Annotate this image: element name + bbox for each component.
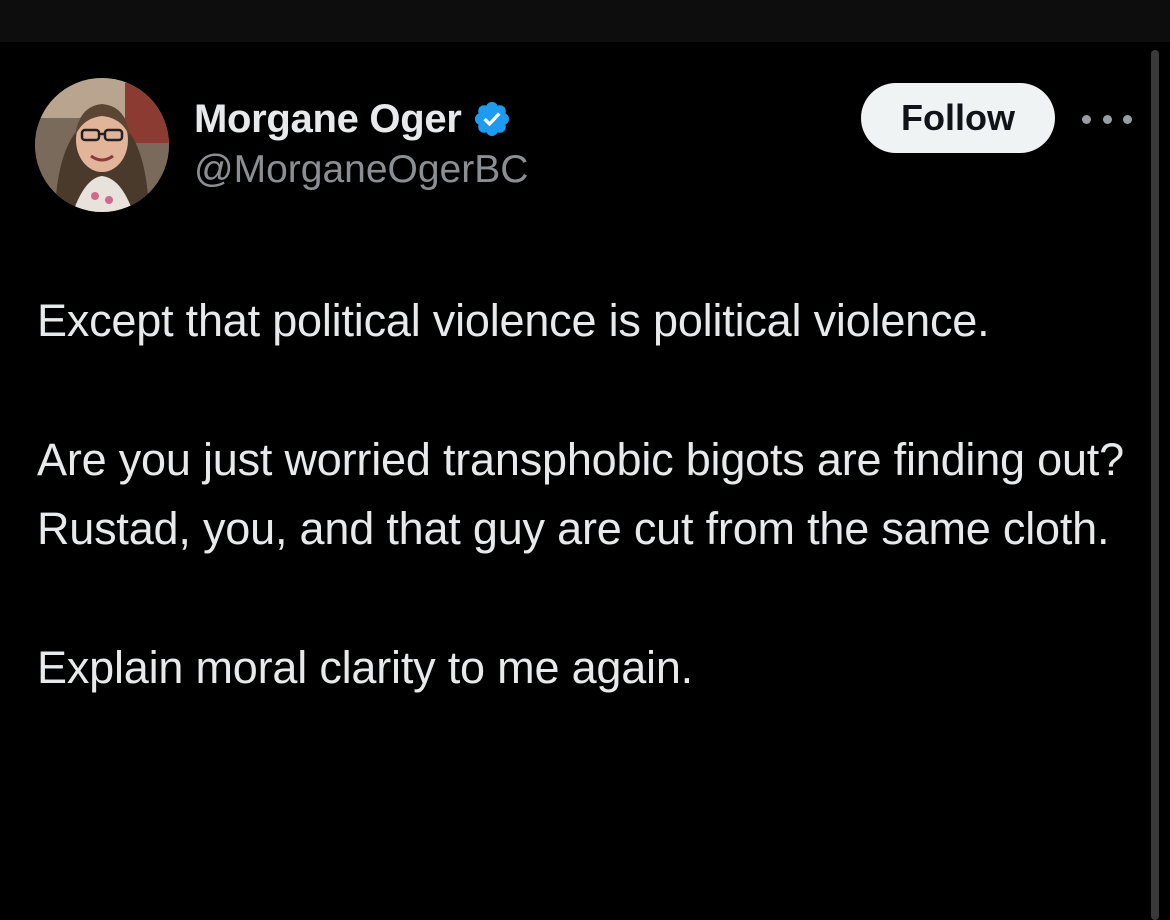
more-dot (1082, 114, 1091, 124)
tweet-text: Except that political violence is politi… (37, 286, 1127, 702)
profile-photo-icon (35, 78, 169, 212)
author-handle[interactable]: @MorganeOgerBC (194, 148, 528, 192)
verified-badge-icon (472, 99, 512, 139)
tweet-paragraph: Are you just worried transphobic bigots … (37, 434, 1124, 554)
top-bar (0, 0, 1170, 42)
follow-button[interactable]: Follow (861, 83, 1055, 153)
tweet-paragraph: Explain moral clarity to me again. (37, 642, 693, 693)
scrollbar[interactable] (1151, 50, 1159, 920)
more-dot (1123, 114, 1132, 124)
author-name-row[interactable]: Morgane Oger (194, 94, 512, 144)
tweet-paragraph: Except that political violence is politi… (37, 295, 990, 346)
more-options-icon[interactable] (1082, 104, 1132, 134)
avatar[interactable] (35, 78, 169, 212)
author-display-name[interactable]: Morgane Oger (194, 97, 462, 142)
more-dot (1102, 114, 1112, 124)
